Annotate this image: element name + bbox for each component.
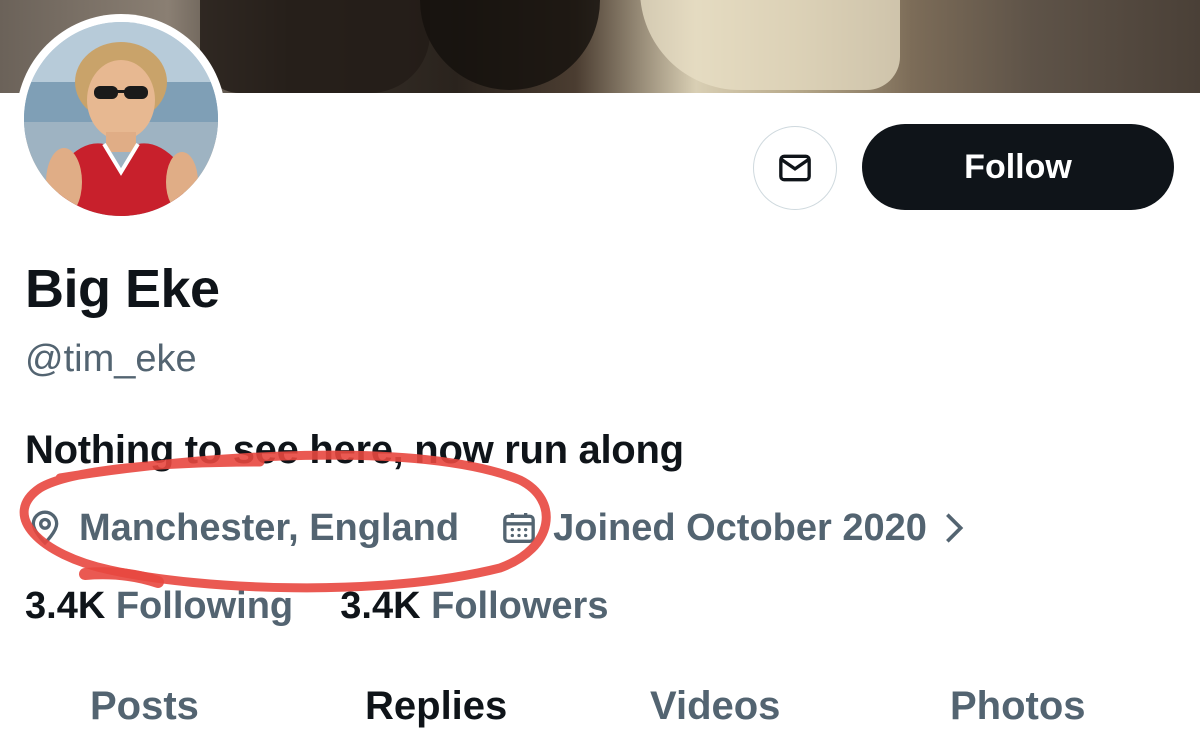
follow-stats: 3.4K Following 3.4K Followers	[25, 585, 608, 628]
user-handle: @tim_eke	[25, 338, 197, 380]
tab-replies[interactable]: Replies	[365, 684, 507, 729]
followers-label: Followers	[431, 585, 609, 627]
tab-posts[interactable]: Posts	[90, 684, 199, 729]
calendar-icon	[499, 508, 539, 548]
message-button[interactable]	[753, 126, 837, 210]
display-name: Big Eke	[25, 259, 220, 319]
following-count: 3.4K	[25, 585, 106, 627]
bio: Nothing to see here, now run along	[25, 428, 684, 472]
chevron-right-icon[interactable]	[941, 508, 967, 548]
profile-tabs: Posts Replies Videos Photos	[0, 684, 1200, 728]
following-label: Following	[115, 585, 294, 627]
joined-date[interactable]: Joined October 2020	[553, 507, 927, 550]
tab-photos[interactable]: Photos	[950, 684, 1086, 729]
location-pin-icon	[25, 508, 65, 548]
followers-link[interactable]: 3.4K Followers	[340, 585, 608, 627]
tab-videos[interactable]: Videos	[650, 684, 780, 729]
follow-button[interactable]: Follow	[862, 124, 1174, 210]
avatar[interactable]	[16, 14, 226, 224]
envelope-icon	[779, 154, 811, 182]
followers-count: 3.4K	[340, 585, 421, 627]
profile-meta: Manchester, England Joined October 2020	[25, 502, 967, 554]
location-text: Manchester, England	[79, 506, 460, 549]
following-link[interactable]: 3.4K Following	[25, 585, 293, 627]
